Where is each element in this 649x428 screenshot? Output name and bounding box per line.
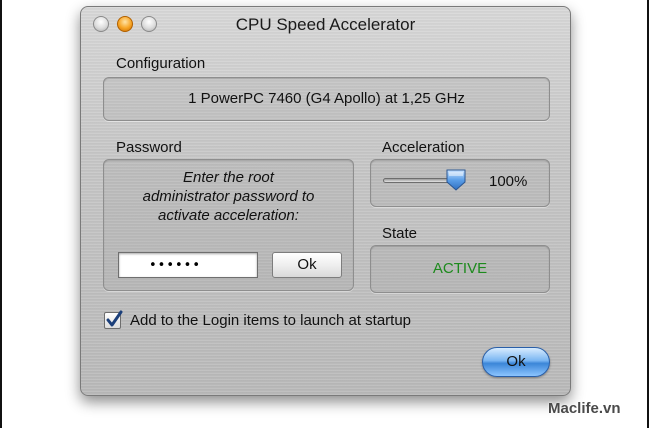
watermark-text: Maclife.vn xyxy=(548,400,621,417)
acceleration-value: 100% xyxy=(489,173,528,190)
slider-thumb-icon[interactable] xyxy=(445,168,467,192)
title-bar[interactable]: CPU Speed Accelerator xyxy=(81,7,570,41)
image-frame-left xyxy=(0,0,2,428)
password-box: Enter the root administrator password to… xyxy=(103,159,354,291)
password-ok-button[interactable]: Ok xyxy=(272,252,342,278)
configuration-value: 1 PowerPC 7460 (G4 Apollo) at 1,25 GHz xyxy=(188,90,465,107)
dialog-window: CPU Speed Accelerator Configuration 1 Po… xyxy=(80,6,571,396)
state-label: State xyxy=(382,225,418,242)
acceleration-label: Acceleration xyxy=(382,139,465,156)
password-label: Password xyxy=(116,139,182,156)
configuration-box: 1 PowerPC 7460 (G4 Apollo) at 1,25 GHz xyxy=(103,77,550,121)
state-value: ACTIVE xyxy=(432,260,488,277)
login-items-checkbox[interactable] xyxy=(104,310,123,329)
configuration-label: Configuration xyxy=(116,55,206,72)
password-input[interactable]: •••••• xyxy=(118,252,258,278)
instructions-line: activate acceleration: xyxy=(158,207,299,224)
instructions-line: Enter the root xyxy=(183,169,274,186)
ok-button[interactable]: Ok xyxy=(482,347,550,377)
state-box: ACTIVE xyxy=(370,245,550,293)
checkmark-icon xyxy=(106,310,123,327)
acceleration-box: 100% xyxy=(370,159,550,207)
password-instructions: Enter the root administrator password to… xyxy=(112,168,345,225)
login-items-label[interactable]: Add to the Login items to launch at star… xyxy=(130,312,411,329)
window-title: CPU Speed Accelerator xyxy=(235,15,416,34)
instructions-line: administrator password to xyxy=(142,188,315,205)
